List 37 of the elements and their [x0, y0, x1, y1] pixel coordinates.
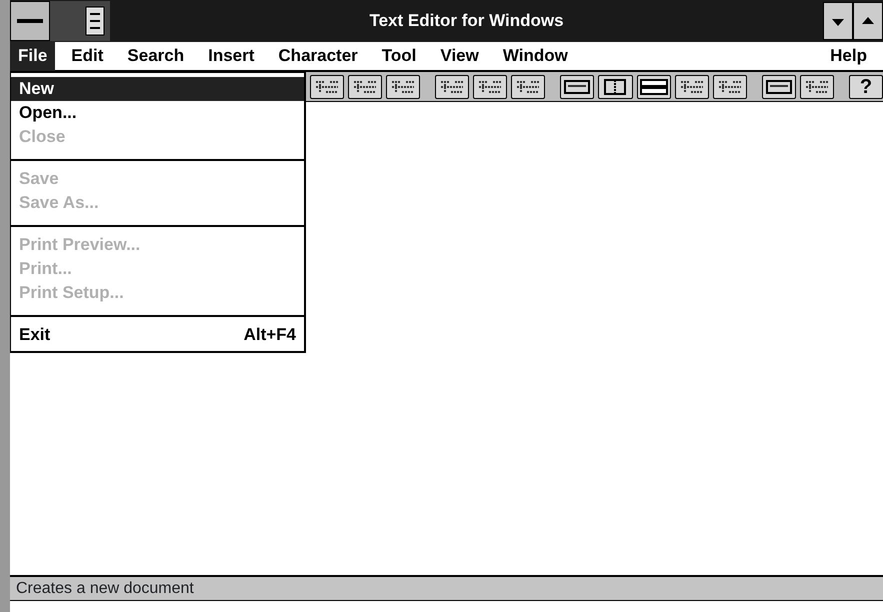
menu-item[interactable]: Character: [270, 41, 366, 71]
document-icon[interactable]: [50, 1, 110, 41]
dash-icon: [17, 19, 43, 23]
minimize-button[interactable]: [823, 2, 853, 40]
down-arrow-icon: [832, 19, 844, 26]
menu-item[interactable]: New: [11, 77, 304, 101]
toolbar-button[interactable]: [636, 74, 671, 98]
menu-item[interactable]: Tool: [374, 41, 424, 71]
menu-item[interactable]: Help: [822, 41, 875, 71]
toolbar-button[interactable]: [712, 74, 747, 98]
toolbar-button[interactable]: [310, 74, 344, 98]
shortcut-text: Alt+F4: [244, 324, 296, 346]
toolbar-button[interactable]: [560, 74, 594, 98]
bars-icon: [638, 78, 669, 96]
toolbar-button[interactable]: [386, 74, 420, 98]
menu-item[interactable]: Insert: [200, 41, 262, 71]
toolbar-button[interactable]: [674, 74, 709, 98]
status-text: Creates a new document: [16, 578, 194, 598]
menu-item[interactable]: View: [432, 41, 487, 71]
toolbar-button[interactable]: [762, 74, 796, 98]
menu-item[interactable]: Edit: [63, 41, 112, 71]
system-menu-button[interactable]: [10, 1, 50, 41]
toolbar-button[interactable]: [435, 74, 470, 98]
toolbar-button[interactable]: [800, 74, 834, 98]
frame-icon: [562, 78, 592, 96]
menu-item[interactable]: Search: [119, 41, 192, 71]
menu-item[interactable]: Window: [494, 41, 576, 71]
frame-icon: [764, 78, 794, 96]
toolbar-button[interactable]: [473, 74, 508, 98]
toolbar-button[interactable]: [348, 74, 382, 98]
help-button[interactable]: ?: [848, 74, 883, 98]
maximize-button[interactable]: [853, 2, 883, 40]
up-arrow-icon: [862, 17, 874, 24]
toolbar-button[interactable]: [598, 74, 632, 98]
toolbar-button[interactable]: [511, 74, 546, 98]
window-title: Text Editor for Windows: [369, 10, 564, 32]
menu-item[interactable]: File: [10, 41, 56, 71]
